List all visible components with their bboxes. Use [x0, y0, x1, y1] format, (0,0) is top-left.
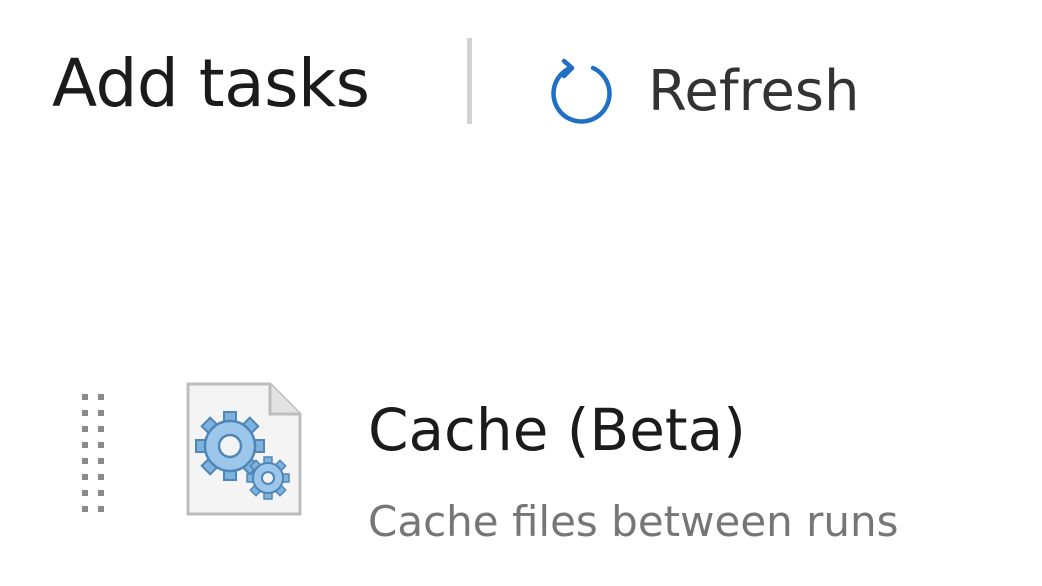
task-description: Cache files between runs — [368, 497, 899, 546]
gear-document-icon — [184, 380, 308, 520]
header-divider — [467, 38, 472, 124]
page-title: Add tasks — [52, 45, 370, 122]
add-tasks-panel: Add tasks Refresh Cache (Beta) Cache fil… — [0, 0, 1042, 586]
drag-handle-icon[interactable] — [78, 392, 110, 516]
refresh-button[interactable]: Refresh — [548, 46, 859, 136]
task-title: Cache (Beta) — [368, 396, 746, 464]
task-item[interactable]: Cache (Beta) Cache files between runs — [60, 370, 1000, 550]
refresh-icon — [548, 55, 620, 127]
refresh-label: Refresh — [648, 58, 860, 124]
